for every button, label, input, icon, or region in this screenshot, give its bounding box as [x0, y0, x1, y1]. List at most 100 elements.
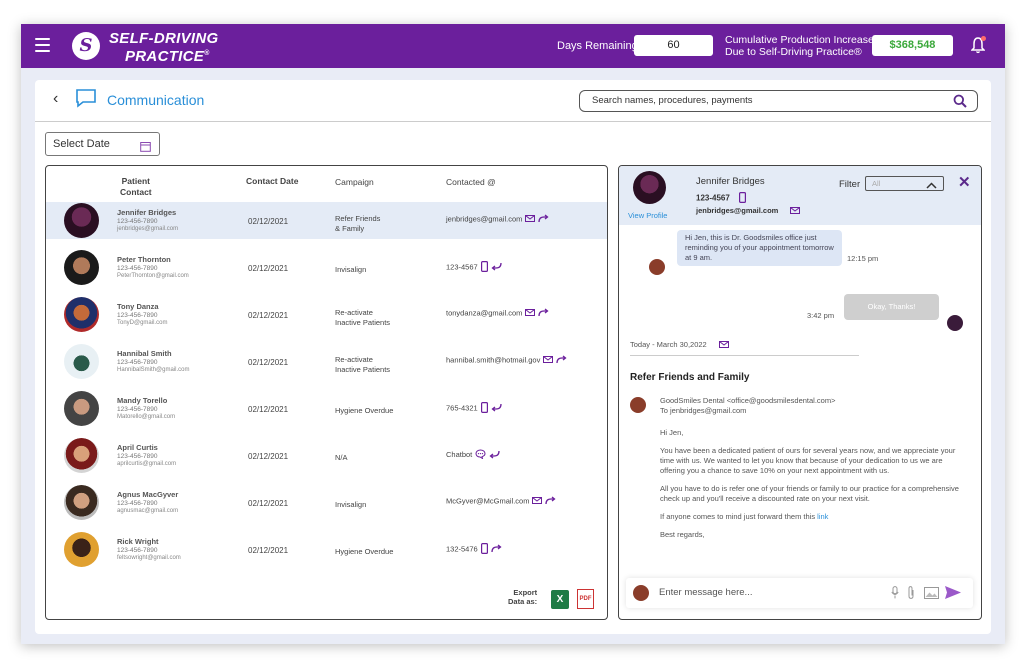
email-icon[interactable] — [543, 356, 554, 365]
table-row[interactable]: Rick Wright 123-456-7890 feltsowright@gmai… — [46, 531, 607, 568]
phone-icon[interactable] — [480, 261, 488, 274]
header-contacted[interactable]: Contacted @ — [446, 177, 496, 188]
search-input[interactable]: Search names, procedures, payments — [579, 90, 978, 112]
header-campaign[interactable]: Campaign — [335, 177, 374, 188]
contacted-value: jenbridges@gmail.com — [446, 214, 523, 224]
pdf-export-icon[interactable]: PDF — [577, 589, 594, 609]
return-arrow-icon[interactable] — [491, 403, 502, 414]
avatar — [64, 203, 99, 238]
reply-arrow-icon[interactable] — [538, 214, 549, 225]
email-header: GoodSmiles Dental <office@goodsmilesdent… — [660, 396, 836, 416]
contacted-at: 123-4567 — [446, 261, 502, 274]
incoming-message: Hi Jen, this is Dr. Goodsmiles office ju… — [677, 230, 842, 266]
search-icon[interactable] — [953, 94, 967, 108]
contacted-at: jenbridges@gmail.com — [446, 214, 549, 225]
patient-phone: 123-456-7890 — [117, 265, 158, 272]
table-row[interactable]: Agnus MacGyver 123-456-7890 agnusmac@gmail… — [46, 484, 607, 521]
cumulative-label: Cumulative Production Increase Due to Se… — [725, 34, 874, 58]
contacted-value: Chatbot — [446, 449, 473, 459]
contact-date: 02/12/2021 — [248, 546, 289, 555]
days-remaining-label: Days Remaining — [557, 40, 638, 52]
contacted-value: hannibal.smith@hotmail.gov — [446, 355, 541, 365]
bell-icon[interactable] — [970, 36, 986, 54]
patient-name[interactable]: Rick Wright — [117, 537, 159, 546]
email-body: Hi Jen, You have been a dedicated patien… — [660, 428, 960, 548]
campaign-line-1: Refer Friends — [335, 214, 381, 223]
reply-arrow-icon[interactable] — [556, 355, 567, 366]
campaign: Hygiene Overdue — [335, 547, 415, 557]
phone-icon[interactable] — [480, 543, 488, 556]
patient-phone: 123-456-7890 — [117, 359, 158, 366]
patient-name[interactable]: Agnus MacGyver — [117, 490, 178, 499]
avatar — [64, 485, 99, 520]
reply-arrow-icon[interactable] — [538, 308, 549, 319]
campaign-line-1: Re-activate — [335, 308, 373, 317]
patient-phone: 123-456-7890 — [117, 500, 158, 507]
patient-phone: 123-456-7890 — [117, 406, 158, 413]
phone-icon[interactable] — [738, 192, 746, 205]
send-icon[interactable] — [944, 585, 962, 605]
phone-icon[interactable] — [480, 402, 488, 415]
campaign-line-2: Inactive Patients — [335, 318, 391, 327]
paperclip-icon[interactable] — [907, 586, 915, 604]
contacted-at: 132-5476 — [446, 543, 502, 556]
contact-date: 02/12/2021 — [248, 358, 289, 367]
close-button[interactable]: ✕ — [958, 173, 971, 191]
table-row[interactable]: Peter Thornton 123-456-7890 PeterThornton@… — [46, 249, 607, 286]
reply-arrow-icon[interactable] — [491, 544, 502, 555]
return-arrow-icon[interactable] — [489, 450, 500, 461]
campaign-line-1: Invisalign — [335, 500, 367, 509]
date-select[interactable]: Select Date — [45, 132, 160, 156]
brand-line-2: PRACTICE — [125, 48, 205, 65]
excel-export-icon[interactable]: X — [551, 590, 569, 609]
table-row[interactable]: Mandy Torello 123-456-7890 Matorello@gmail… — [46, 390, 607, 427]
outgoing-message: Okay, Thanks! — [844, 294, 939, 320]
campaign: Invisalign — [335, 265, 415, 275]
table-row[interactable]: Hannibal Smith 123-456-7890 HannibalSmith@… — [46, 343, 607, 380]
contacted-at: tonydanza@gmail.com — [446, 308, 549, 319]
contacted-at: hannibal.smith@hotmail.gov — [446, 355, 567, 366]
avatar — [64, 391, 99, 426]
campaign-line-1: Hygiene Overdue — [335, 547, 394, 556]
email-paragraph: If anyone comes to mind just forward the… — [660, 512, 960, 522]
email-subject: Refer Friends and Family — [630, 372, 750, 383]
email-icon[interactable] — [525, 215, 536, 224]
patient-name[interactable]: Mandy Torello — [117, 396, 167, 405]
email-icon[interactable] — [532, 497, 543, 506]
input-actions — [891, 586, 943, 604]
campaign: Re-activate Inactive Patients — [335, 355, 415, 375]
email-icon[interactable] — [525, 309, 536, 318]
table-row[interactable]: April Curtis 123-456-7890 aprilcurtis@gmai… — [46, 437, 607, 474]
incoming-time: 12:15 pm — [847, 254, 879, 263]
app-window: S SELF-DRIVING PRACTICE® Days Remaining … — [21, 24, 1005, 644]
patient-name[interactable]: Tony Danza — [117, 302, 159, 311]
microphone-icon[interactable] — [891, 586, 899, 604]
filter-label: Filter — [839, 179, 861, 190]
reply-arrow-icon[interactable] — [545, 496, 556, 507]
patient-name[interactable]: Jennifer Bridges — [117, 208, 176, 217]
avatar — [64, 344, 99, 379]
back-button[interactable]: ‹ — [53, 90, 58, 108]
forward-link[interactable]: link — [817, 512, 828, 521]
contact-name: Jennifer Bridges — [696, 176, 765, 187]
chat-icon[interactable] — [475, 449, 486, 461]
patient-phone: 123-456-7890 — [117, 312, 158, 319]
menu-icon[interactable] — [35, 38, 50, 52]
patient-name[interactable]: Peter Thornton — [117, 255, 171, 264]
campaign-line-1: Re-activate — [335, 355, 373, 364]
table-row[interactable]: Jennifer Bridges 123-456-7890 jenbridges@g… — [46, 202, 607, 239]
message-input[interactable]: Enter message here... — [626, 578, 973, 608]
patient-email: Matorello@gmail.com — [117, 414, 176, 420]
header-patient[interactable]: Patient Contact — [120, 176, 152, 198]
image-icon[interactable] — [923, 586, 939, 604]
patient-name[interactable]: April Curtis — [117, 443, 158, 452]
avatar — [64, 297, 99, 332]
patient-name[interactable]: Hannibal Smith — [117, 349, 172, 358]
filter-select[interactable]: All — [865, 176, 944, 191]
table-row[interactable]: Tony Danza 123-456-7890 TonyD@gmail.com 02/… — [46, 296, 607, 333]
header-contact-date[interactable]: Contact Date — [246, 176, 298, 187]
return-arrow-icon[interactable] — [491, 262, 502, 273]
brand-mark: ® — [204, 50, 210, 57]
email-icon[interactable] — [790, 206, 801, 216]
view-profile-link[interactable]: View Profile — [628, 211, 667, 220]
